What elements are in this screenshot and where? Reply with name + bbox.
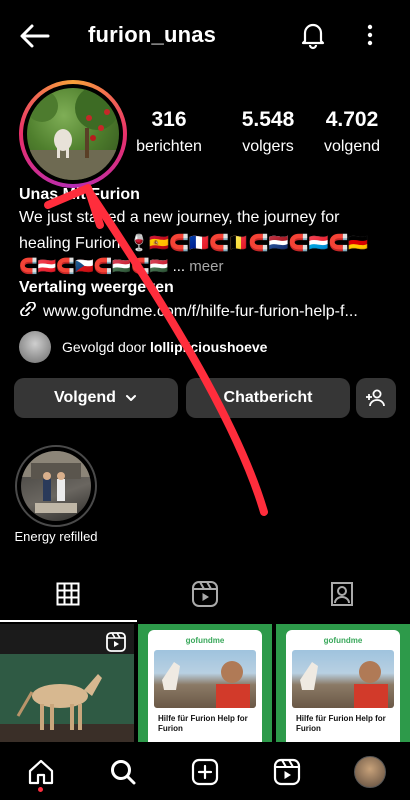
fundraiser-photo: [292, 650, 394, 708]
tab-reels[interactable]: [185, 576, 225, 612]
profile-username: furion_unas: [88, 22, 217, 47]
bio-line: 🧲🇦🇹🧲🇨🇿🧲🇭🇺🧲🇭🇺 ...: [19, 258, 186, 275]
highlight-cover[interactable]: [21, 451, 91, 521]
home-icon[interactable]: [26, 757, 56, 787]
post-tile[interactable]: gofundme Hilfe für Furion Help for Furio…: [138, 624, 272, 742]
following-label: volgend: [323, 138, 381, 155]
gofundme-brand: gofundme: [185, 636, 225, 645]
message-button[interactable]: Chatbericht: [186, 378, 350, 418]
chevron-down-icon: [125, 395, 136, 401]
fundraiser-title: Hilfe für Furion Help for Furion: [296, 714, 386, 733]
bio-line: healing Furion. 🍷🇪🇸🧲🇫🇷🧲🇧🇪🧲🇳🇱🧲🇱🇺🧲🇩🇪: [19, 235, 369, 252]
post-tile[interactable]: gofundme Hilfe für Furion Help for Furio…: [276, 624, 410, 742]
profile-nav-avatar[interactable]: [354, 756, 386, 788]
profile-avatar[interactable]: [27, 88, 119, 180]
notification-dot: [38, 787, 43, 792]
bio-link[interactable]: www.gofundme.com/f/hilfe-fur-furion-help…: [19, 302, 399, 321]
fundraiser-photo-art: [300, 661, 388, 708]
link-icon: [20, 302, 36, 316]
more-options-icon[interactable]: [362, 22, 378, 48]
followers-label: volgers: [242, 138, 294, 155]
fundraiser-card: gofundme Hilfe für Furion Help for Furio…: [286, 630, 400, 742]
active-tab-indicator: [0, 620, 137, 622]
post-tile[interactable]: [0, 624, 134, 742]
mutual-follower-avatar[interactable]: [19, 331, 51, 363]
profile-display-name: Unas Mit Furion: [19, 186, 140, 203]
tagged-person-icon: [331, 582, 353, 606]
fundraiser-card: gofundme Hilfe für Furion Help for Furio…: [148, 630, 262, 742]
tab-grid[interactable]: [48, 576, 88, 612]
fundraiser-photo: [154, 650, 256, 708]
reel-badge-icon: [106, 632, 126, 652]
followed-by-prefix: Gevolgd door: [62, 339, 147, 355]
fundraiser-photo-art: [162, 661, 250, 708]
add-person-icon: [366, 389, 385, 407]
fundraiser-title: Hilfe für Furion Help for Furion: [158, 714, 248, 733]
suggest-people-button[interactable]: [356, 378, 396, 418]
back-arrow-icon[interactable]: [18, 22, 52, 50]
stat-posts[interactable]: 316 berichten: [124, 108, 214, 156]
horse-orchard-image: [27, 88, 119, 180]
reels-nav-icon[interactable]: [272, 757, 302, 787]
create-post-icon[interactable]: [190, 757, 220, 787]
followed-by-user: lolliplicioushoeve: [149, 339, 268, 355]
highlight-image: [21, 451, 91, 513]
posts-count: 316: [151, 108, 187, 131]
gofundme-brand: gofundme: [323, 636, 363, 645]
stat-followers[interactable]: 5.548 volgers: [223, 108, 313, 156]
show-translation-link[interactable]: Vertaling weergeven: [19, 279, 174, 297]
bio-line-with-more: 🧲🇦🇹🧲🇨🇿🧲🇭🇺🧲🇭🇺 ... meer: [19, 257, 223, 275]
link-text: www.gofundme.com/f/hilfe-fur-furion-help…: [43, 303, 358, 320]
following-label: Volgend: [54, 389, 116, 406]
search-icon[interactable]: [108, 757, 138, 787]
highlight-label: Energy refilled: [14, 529, 98, 544]
followed-by-text[interactable]: Gevolgd door lolliplicioushoeve: [62, 339, 267, 355]
reels-icon: [192, 581, 218, 607]
bell-icon[interactable]: [298, 20, 328, 50]
bio-line: We just started a new journey, the journ…: [19, 209, 340, 226]
following-button[interactable]: Volgend: [14, 378, 178, 418]
followers-count: 5.548: [241, 108, 295, 131]
following-count: 4.702: [325, 108, 379, 131]
stat-following[interactable]: 4.702 volgend: [307, 108, 397, 156]
more-link[interactable]: meer: [189, 258, 223, 275]
grid-icon: [56, 582, 80, 606]
posts-label: berichten: [136, 138, 202, 155]
tab-tagged[interactable]: [322, 576, 362, 612]
